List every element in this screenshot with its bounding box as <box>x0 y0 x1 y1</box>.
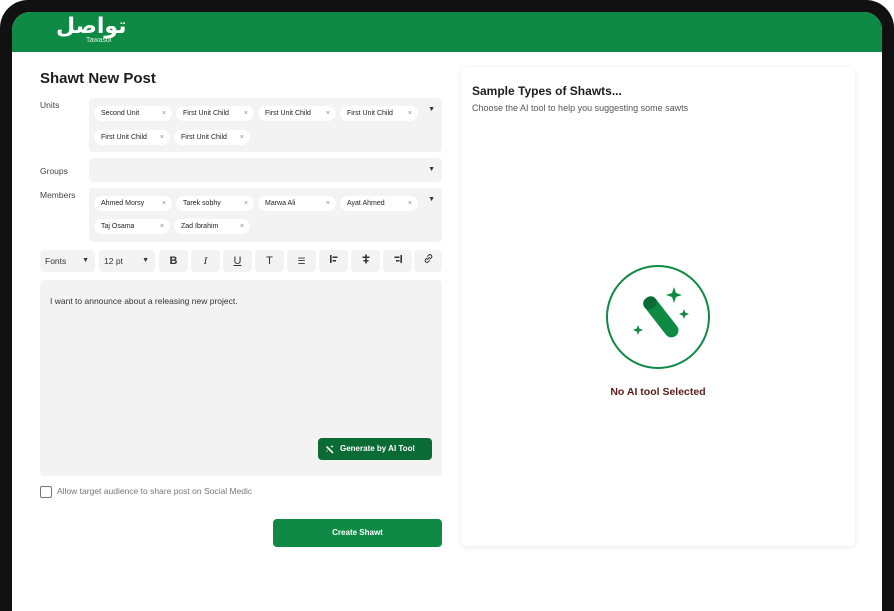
unit-chip: Second Unit × <box>94 106 172 121</box>
editor-content[interactable]: I want to announce about a releasing new… <box>50 296 238 306</box>
chip-remove-icon[interactable]: × <box>160 219 164 234</box>
page-title: Shawt New Post <box>40 70 156 87</box>
chip-label: First Unit Child <box>101 134 147 141</box>
chip-remove-icon[interactable]: × <box>408 106 412 121</box>
chip-remove-icon[interactable]: × <box>162 196 166 211</box>
align-right-icon <box>393 255 403 267</box>
chevron-down-icon: ▼ <box>142 257 149 264</box>
magic-wand-icon <box>326 445 334 454</box>
unit-chip: First Unit Child × <box>94 130 170 145</box>
member-chip: Taj Osama × <box>94 219 170 234</box>
chip-remove-icon[interactable]: × <box>408 196 412 211</box>
device-frame: تواصل Tawasol Shawt New Post Units Secon… <box>0 0 894 611</box>
chevron-down-icon[interactable]: ▼ <box>428 106 435 113</box>
align-left-button[interactable] <box>319 250 348 272</box>
app-screen: تواصل Tawasol Shawt New Post Units Secon… <box>12 12 882 611</box>
groups-label: Groups <box>40 166 68 176</box>
chip-remove-icon[interactable]: × <box>240 130 244 145</box>
chip-label: Marwa Ali <box>265 200 296 207</box>
unit-chip: First Unit Child × <box>176 106 254 121</box>
chevron-down-icon[interactable]: ▼ <box>428 196 435 203</box>
chip-remove-icon[interactable]: × <box>244 106 248 121</box>
member-chip: Zad Ibrahim × <box>174 219 250 234</box>
chevron-down-icon: ▼ <box>82 257 89 264</box>
text-style-button[interactable]: T <box>255 250 284 272</box>
chip-label: Ayat Ahmed <box>347 200 385 207</box>
post-editor[interactable]: I want to announce about a releasing new… <box>40 280 442 476</box>
logo-english: Tawasol <box>86 37 112 44</box>
share-social-checkbox[interactable] <box>40 486 52 498</box>
chip-remove-icon[interactable]: × <box>160 130 164 145</box>
app-logo[interactable]: تواصل Tawasol <box>56 14 127 48</box>
magic-wand-icon <box>633 287 689 338</box>
align-right-button[interactable] <box>383 250 412 272</box>
chevron-down-icon[interactable]: ▼ <box>428 166 435 173</box>
bold-button[interactable]: B <box>159 250 188 272</box>
member-chip: Ahmed Morsy × <box>94 196 172 211</box>
link-icon <box>423 254 434 267</box>
generate-ai-label: Generate by AI Tool <box>340 444 415 453</box>
font-size-select[interactable]: 12 pt ▼ <box>99 250 155 272</box>
panel-subtitle: Choose the AI tool to help you suggestin… <box>472 103 689 113</box>
align-center-icon <box>361 254 371 267</box>
chip-label: Tarek sobhy <box>183 200 221 207</box>
chip-label: Second Unit <box>101 110 140 117</box>
member-chip: Tarek sobhy × <box>176 196 254 211</box>
create-shawt-button[interactable]: Create Shawt <box>273 519 442 547</box>
font-size-value: 12 pt <box>104 256 123 266</box>
units-multiselect[interactable]: Second Unit × First Unit Child × First U… <box>89 98 442 152</box>
chip-remove-icon[interactable]: × <box>162 106 166 121</box>
list-button[interactable]: ☰ <box>287 250 316 272</box>
chip-label: Zad Ibrahim <box>181 223 219 230</box>
top-navbar: تواصل Tawasol <box>12 12 882 52</box>
chip-label: Taj Osama <box>101 223 135 230</box>
generate-ai-button[interactable]: Generate by AI Tool <box>318 438 432 460</box>
member-chip: Marwa Ali × <box>258 196 336 211</box>
members-multiselect[interactable]: Ahmed Morsy × Tarek sobhy × Marwa Ali × … <box>89 188 442 242</box>
members-label: Members <box>40 190 76 200</box>
chip-remove-icon[interactable]: × <box>326 106 330 121</box>
empty-state-illustration <box>606 265 710 369</box>
groups-select[interactable]: ▼ <box>89 158 442 182</box>
unit-chip: First Unit Child × <box>340 106 418 121</box>
chip-remove-icon[interactable]: × <box>244 196 248 211</box>
chip-label: First Unit Child <box>183 110 229 117</box>
unit-chip: First Unit Child × <box>174 130 250 145</box>
unit-chip: First Unit Child × <box>258 106 336 121</box>
empty-state-text: No AI tool Selected <box>610 386 706 398</box>
chip-label: Ahmed Morsy <box>101 200 145 207</box>
member-chip: Ayat Ahmed × <box>340 196 418 211</box>
underline-button[interactable]: U <box>223 250 252 272</box>
align-center-button[interactable] <box>351 250 380 272</box>
units-label: Units <box>40 100 60 110</box>
ai-suggestions-panel: Sample Types of Shawts... Choose the AI … <box>461 67 855 546</box>
chip-label: First Unit Child <box>181 134 227 141</box>
chip-label: First Unit Child <box>347 110 393 117</box>
font-select[interactable]: Fonts ▼ <box>40 250 95 272</box>
chip-label: First Unit Child <box>265 110 311 117</box>
font-select-value: Fonts <box>45 256 67 266</box>
link-button[interactable] <box>414 250 442 272</box>
align-left-icon <box>329 255 339 267</box>
share-social-label: Allow target audience to share post on S… <box>57 486 253 496</box>
chip-remove-icon[interactable]: × <box>240 219 244 234</box>
panel-title: Sample Types of Shawts... <box>472 84 622 98</box>
chip-remove-icon[interactable]: × <box>326 196 330 211</box>
italic-button[interactable]: I <box>191 250 220 272</box>
